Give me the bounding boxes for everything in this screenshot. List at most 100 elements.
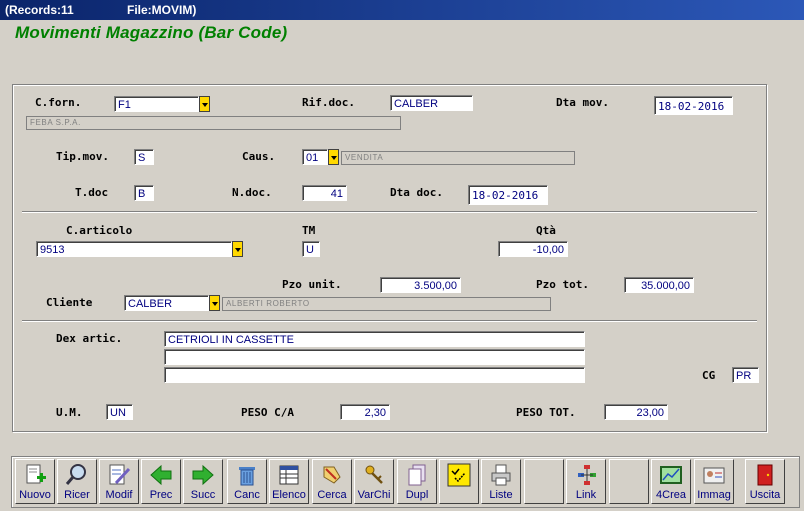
dexartic-line1-field[interactable]: CETRIOLI IN CASSETTE xyxy=(164,331,585,347)
new-document-icon xyxy=(26,464,46,484)
liste-button[interactable]: Liste xyxy=(481,459,521,504)
tipmov-field[interactable]: S xyxy=(134,149,154,165)
cforn-select[interactable]: F1 xyxy=(114,96,199,112)
pesotot-label: PESO TOT. xyxy=(516,406,576,419)
list-table-icon xyxy=(279,465,299,485)
chart-frame-icon xyxy=(660,466,682,484)
dtamov-label: Dta mov. xyxy=(556,96,609,109)
page-title: Movimenti Magazzino (Bar Code) xyxy=(15,23,288,42)
tdoc-label: T.doc xyxy=(75,186,109,199)
modif-label: Modif xyxy=(105,489,133,501)
green-left-arrow-icon xyxy=(150,464,172,486)
succ-button[interactable]: Succ xyxy=(183,459,223,504)
succ-label: Succ xyxy=(190,489,216,501)
cerca-button[interactable]: Cerca xyxy=(312,459,352,504)
check-list-icon xyxy=(447,463,471,487)
tm-field[interactable]: U xyxy=(302,241,320,257)
varchi-button[interactable]: VarChi xyxy=(354,459,394,504)
um-field[interactable]: UN xyxy=(106,404,133,420)
nuovo-label: Nuovo xyxy=(19,489,51,501)
modif-button[interactable]: Modif xyxy=(99,459,139,504)
qta-field[interactable]: -10,00 xyxy=(498,241,568,257)
cliente-select[interactable]: CALBER xyxy=(124,295,209,311)
prec-label: Prec xyxy=(149,489,173,501)
tipmov-label: Tip.mov. xyxy=(56,150,109,163)
cforn-label: C.forn. xyxy=(35,96,82,109)
uscita-label: Uscita xyxy=(749,489,781,501)
green-right-arrow-icon xyxy=(192,464,214,486)
cliente-dropdown-button[interactable] xyxy=(209,295,220,311)
elenco-label: Elenco xyxy=(272,489,306,501)
id-card-icon xyxy=(703,467,725,484)
cliente-description: ALBERTI ROBERTO xyxy=(222,297,551,311)
uscita-button[interactable]: Uscita xyxy=(745,459,785,504)
ndoc-label: N.doc. xyxy=(232,186,272,199)
crea4-button[interactable]: 4Crea xyxy=(651,459,691,504)
empty-button-2[interactable] xyxy=(609,459,649,504)
rifdoc-field[interactable]: CALBER xyxy=(390,95,473,111)
edit-document-icon xyxy=(109,464,131,485)
dtadoc-field[interactable]: 18-02-2016 xyxy=(468,185,548,205)
records-count: (Records:11 xyxy=(5,3,74,17)
window-title-bar: (Records:11 File:MOVIM) xyxy=(0,0,804,20)
dupl-button[interactable]: Dupl xyxy=(397,459,437,504)
elenco-button[interactable]: Elenco xyxy=(269,459,309,504)
carticolo-dropdown-button[interactable] xyxy=(232,241,243,257)
link-label: Link xyxy=(575,489,597,501)
dtadoc-label: Dta doc. xyxy=(390,186,443,199)
check-button[interactable] xyxy=(439,459,479,504)
immag-label: Immag xyxy=(697,489,731,501)
ndoc-field[interactable]: 41 xyxy=(302,185,347,201)
pesoca-label: PESO C/A xyxy=(241,406,294,419)
qta-label: Qtà xyxy=(536,224,556,237)
prec-button[interactable]: Prec xyxy=(141,459,181,504)
caus-dropdown-button[interactable] xyxy=(328,149,339,165)
caus-select[interactable]: 01 xyxy=(302,149,328,165)
dtamov-field[interactable]: 18-02-2016 xyxy=(654,96,733,115)
printer-icon xyxy=(491,464,511,486)
dexartic-line3-field[interactable] xyxy=(164,367,585,383)
carticolo-select[interactable]: 9513 xyxy=(36,241,232,257)
varchi-label: VarChi xyxy=(357,489,391,501)
cg-label: CG xyxy=(702,369,716,382)
caus-label: Caus. xyxy=(242,150,276,163)
link-tree-icon xyxy=(578,465,596,485)
section-divider xyxy=(22,320,757,322)
search-hand-icon xyxy=(323,466,341,484)
pzounit-field[interactable]: 3.500,00 xyxy=(380,277,461,293)
cforn-description: FEBA S.P.A. xyxy=(26,116,401,130)
canc-label: Canc xyxy=(234,489,260,501)
file-name: File:MOVIM) xyxy=(127,3,197,17)
keys-icon xyxy=(365,465,383,484)
cforn-dropdown-button[interactable] xyxy=(199,96,210,112)
tdoc-field[interactable]: B xyxy=(134,185,154,201)
ricer-label: Ricer xyxy=(64,489,90,501)
duplicate-pages-icon xyxy=(408,464,426,486)
liste-label: Liste xyxy=(489,489,513,501)
cliente-label: Cliente xyxy=(46,296,93,309)
pzotot-field[interactable]: 35.000,00 xyxy=(624,277,694,293)
tm-label: TM xyxy=(302,224,316,237)
rifdoc-label: Rif.doc. xyxy=(302,96,355,109)
dexartic-line2-field[interactable] xyxy=(164,349,585,365)
caus-description: VENDITA xyxy=(341,151,575,165)
crea4-label: 4Crea xyxy=(656,489,686,501)
canc-button[interactable]: Canc xyxy=(227,459,267,504)
carticolo-label: C.articolo xyxy=(66,224,133,237)
link-button[interactable]: Link xyxy=(566,459,606,504)
magnifier-icon xyxy=(65,464,86,485)
dexartic-label: Dex artic. xyxy=(56,332,123,345)
pesoca-field[interactable]: 2,30 xyxy=(340,404,390,420)
pesotot-field[interactable]: 23,00 xyxy=(604,404,668,420)
section-divider xyxy=(22,211,757,213)
immag-button[interactable]: Immag xyxy=(694,459,734,504)
ricer-button[interactable]: Ricer xyxy=(57,459,97,504)
pzotot-label: Pzo tot. xyxy=(536,278,589,291)
empty-button-1[interactable] xyxy=(524,459,564,504)
pzounit-label: Pzo unit. xyxy=(282,278,342,291)
cg-field[interactable]: PR xyxy=(732,367,759,383)
cerca-label: Cerca xyxy=(317,489,347,501)
nuovo-button[interactable]: Nuovo xyxy=(15,459,55,504)
red-door-exit-icon xyxy=(757,464,773,486)
dupl-label: Dupl xyxy=(405,489,429,501)
